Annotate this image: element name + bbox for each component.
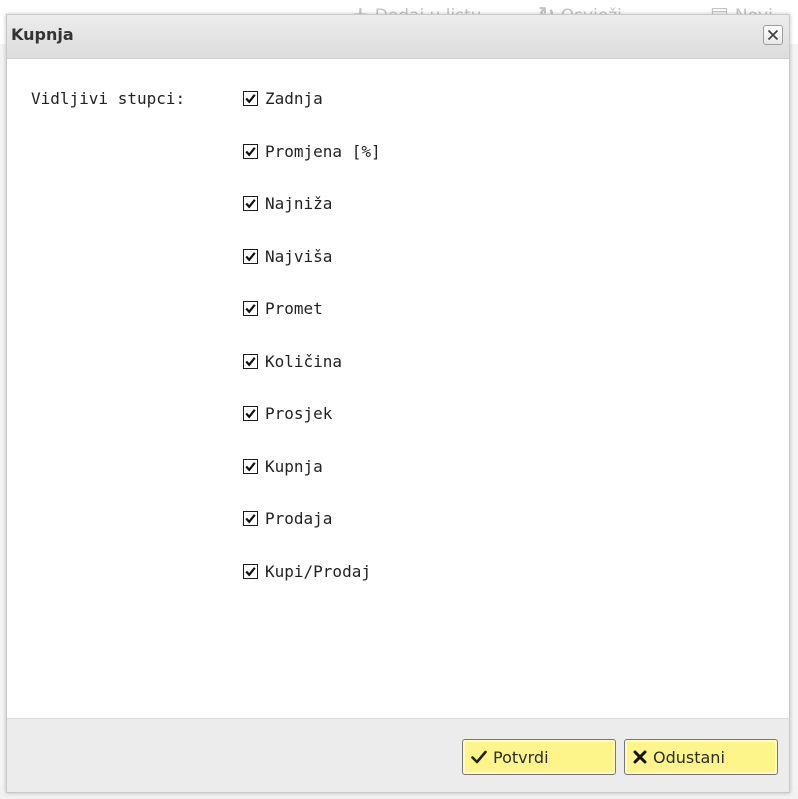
cancel-button[interactable]: Odustani (624, 739, 778, 775)
visible-columns-label: Vidljivi stupci: (31, 89, 186, 108)
column-option-label: Najniža (265, 194, 333, 213)
column-checkbox[interactable] (243, 248, 258, 264)
close-button[interactable] (763, 25, 783, 45)
column-option[interactable]: Prodaja (243, 509, 381, 562)
column-checkbox[interactable] (243, 353, 258, 369)
checkmark-icon (245, 146, 256, 156)
column-option-label: Zadnja (265, 89, 323, 108)
column-checkbox[interactable] (243, 91, 258, 106)
cancel-x-icon (633, 750, 647, 764)
column-option[interactable]: Najviša (243, 247, 381, 300)
checkmark-icon (245, 94, 256, 104)
cancel-button-label: Odustani (653, 747, 725, 767)
column-option[interactable]: Promet (243, 299, 381, 352)
column-checkbox[interactable] (243, 511, 258, 526)
dialog-header: Kupnja (7, 15, 789, 59)
column-checkbox[interactable] (243, 458, 258, 474)
column-option-label: Promjena [%] (265, 141, 381, 161)
dialog-title: Kupnja (11, 25, 74, 44)
column-option[interactable]: Količina (243, 352, 381, 405)
column-checkbox[interactable] (243, 301, 258, 316)
column-option-label: Najviša (265, 246, 333, 266)
dialog-footer: Potvrdi Odustani (7, 718, 789, 792)
checkmark-icon (245, 251, 256, 261)
checkmark-icon (245, 514, 256, 524)
checkmark-icon (245, 199, 256, 209)
column-option-label: Prosjek (265, 404, 333, 423)
confirm-button-label: Potvrdi (493, 747, 549, 767)
column-checklist: Zadnja Promjena [%] Najniža Najviša Promet Ko… (243, 89, 381, 614)
column-option-label: Količina (265, 351, 343, 371)
dialog-body: Vidljivi stupci: Zadnja Promjena [%] Najni… (7, 59, 789, 718)
column-option[interactable]: Promjena [%] (243, 142, 381, 195)
confirm-button[interactable]: Potvrdi (462, 739, 616, 775)
column-option-label: Promet (265, 299, 323, 318)
column-option-label: Prodaja (265, 509, 333, 528)
column-visibility-dialog: Kupnja Vidljivi stupci: Zadnja Promjena [… (6, 14, 790, 793)
checkmark-icon (245, 356, 256, 366)
checkmark-icon (245, 566, 256, 576)
checkmark-icon (245, 461, 256, 471)
column-option[interactable]: Zadnja (243, 89, 381, 142)
column-checkbox[interactable] (243, 563, 258, 579)
column-option-label: Kupnja (265, 456, 323, 476)
checkmark-icon (245, 304, 256, 314)
column-option[interactable]: Prosjek (243, 404, 381, 457)
column-option[interactable]: Kupnja (243, 457, 381, 510)
checkmark-icon (471, 750, 487, 764)
column-option[interactable]: Kupi/Prodaj (243, 562, 381, 615)
column-option[interactable]: Najniža (243, 194, 381, 247)
column-option-label: Kupi/Prodaj (265, 561, 371, 581)
close-icon (767, 29, 779, 41)
column-checkbox[interactable] (243, 143, 258, 159)
column-checkbox[interactable] (243, 406, 258, 421)
column-checkbox[interactable] (243, 196, 258, 211)
checkmark-icon (245, 409, 256, 419)
